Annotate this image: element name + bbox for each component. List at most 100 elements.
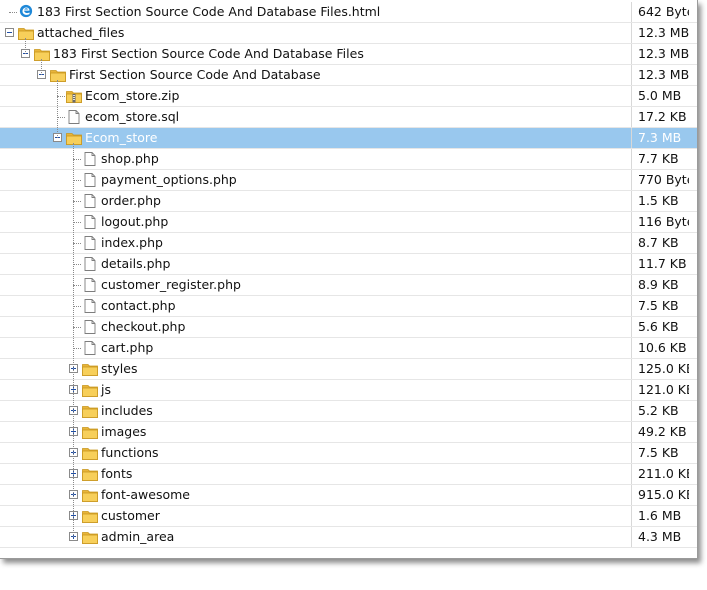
tree-row[interactable]: attached_files 12.3 MB [0, 23, 697, 44]
size-value: 10.6 KB [638, 340, 687, 355]
size-cell: 11.7 KB [631, 254, 689, 274]
tree-item-label: checkout.php [101, 319, 186, 334]
size-value: 11.7 KB [638, 256, 687, 271]
size-value: 4.3 MB [638, 529, 682, 544]
tree-item-label: First Section Source Code And Database [69, 67, 321, 82]
tree-row[interactable]: details.php 11.7 KB [0, 254, 697, 275]
tree-row[interactable]: fonts 211.0 KB [0, 464, 697, 485]
tree-row[interactable]: 183 First Section Source Code And Databa… [0, 44, 697, 65]
folder-icon [82, 362, 98, 376]
tree-row[interactable]: customer 1.6 MB [0, 506, 697, 527]
size-cell: 642 Byte [631, 2, 689, 22]
size-value: 5.2 KB [638, 403, 679, 418]
folder-icon [82, 383, 98, 397]
size-value: 8.7 KB [638, 235, 679, 250]
tree-item-label: styles [101, 361, 138, 376]
size-value: 211.0 KB [638, 466, 689, 481]
file-icon [82, 152, 98, 166]
tree-row[interactable]: admin_area 4.3 MB [0, 527, 697, 548]
file-tree: 183 First Section Source Code And Databa… [0, 2, 697, 548]
tree-row[interactable]: customer_register.php 8.9 KB [0, 275, 697, 296]
tree-connector [73, 306, 81, 307]
tree-guide-line [25, 38, 26, 54]
tree-item-label: cart.php [101, 340, 154, 355]
tree-connector [73, 348, 81, 349]
tree-row[interactable]: functions 7.5 KB [0, 443, 697, 464]
size-value: 8.9 KB [638, 277, 679, 292]
size-value: 642 Byte [638, 4, 689, 19]
tree-row[interactable]: logout.php 116 Byte [0, 212, 697, 233]
size-value: 7.5 KB [638, 298, 679, 313]
size-cell: 8.7 KB [631, 233, 689, 253]
tree-row[interactable]: Ecom_store 7.3 MB [0, 128, 697, 149]
folder-icon [82, 509, 98, 523]
tree-connector [73, 243, 81, 244]
file-icon [82, 173, 98, 187]
file-icon [66, 110, 82, 124]
size-cell: 5.2 KB [631, 401, 689, 421]
tree-row[interactable]: js 121.0 KB [0, 380, 697, 401]
tree-row[interactable]: contact.php 7.5 KB [0, 296, 697, 317]
tree-guide-line [57, 80, 58, 138]
size-cell: 211.0 KB [631, 464, 689, 484]
tree-row[interactable]: styles 125.0 KB [0, 359, 697, 380]
tree-connector [9, 12, 17, 13]
tree-item-label: contact.php [101, 298, 176, 313]
tree-item-label: order.php [101, 193, 161, 208]
tree-item-label: font-awesome [101, 487, 190, 502]
size-cell: 7.5 KB [631, 296, 689, 316]
tree-row[interactable]: First Section Source Code And Database 12… [0, 65, 697, 86]
tree-item-label: images [101, 424, 147, 439]
size-cell: 12.3 MB [631, 23, 689, 43]
tree-item-label: includes [101, 403, 153, 418]
folder-icon [66, 131, 82, 145]
tree-connector [57, 117, 65, 118]
tree-item-name: fonts [101, 464, 132, 484]
size-cell: 12.3 MB [631, 44, 689, 64]
folder-icon [82, 425, 98, 439]
tree-row[interactable]: order.php 1.5 KB [0, 191, 697, 212]
tree-item-label: index.php [101, 235, 163, 250]
tree-row[interactable]: checkout.php 5.6 KB [0, 317, 697, 338]
size-value: 7.5 KB [638, 445, 679, 460]
size-value: 17.2 KB [638, 109, 687, 124]
size-cell: 49.2 KB [631, 422, 689, 442]
tree-item-name: includes [101, 401, 153, 421]
size-value: 49.2 KB [638, 424, 687, 439]
tree-row[interactable]: images 49.2 KB [0, 422, 697, 443]
tree-item-label: Ecom_store [85, 130, 158, 145]
tree-item-name: functions [101, 443, 159, 463]
tree-row[interactable]: ecom_store.sql 17.2 KB [0, 107, 697, 128]
tree-item-name: First Section Source Code And Database [69, 65, 321, 85]
folder-icon [82, 530, 98, 544]
tree-item-name: details.php [101, 254, 170, 274]
folder-icon [50, 68, 66, 82]
collapse-toggle[interactable] [5, 28, 14, 37]
tree-row[interactable]: Ecom_store.zip 5.0 MB [0, 86, 697, 107]
size-value: 5.6 KB [638, 319, 679, 334]
folder-icon [82, 488, 98, 502]
tree-connector [73, 222, 81, 223]
tree-item-label: js [101, 382, 111, 397]
tree-item-label: customer_register.php [101, 277, 241, 292]
tree-item-label: details.php [101, 256, 171, 271]
tree-item-name: ecom_store.sql [85, 107, 179, 127]
tree-row[interactable]: font-awesome 915.0 KB [0, 485, 697, 506]
tree-connector [73, 159, 81, 160]
tree-row[interactable]: 183 First Section Source Code And Databa… [0, 2, 697, 23]
tree-row[interactable]: index.php 8.7 KB [0, 233, 697, 254]
tree-item-name: logout.php [101, 212, 168, 232]
zip-icon [66, 89, 82, 103]
folder-icon [82, 467, 98, 481]
tree-row[interactable]: payment_options.php 770 Byte [0, 170, 697, 191]
size-value: 7.3 MB [638, 130, 682, 145]
size-cell: 7.3 MB [631, 128, 689, 148]
size-value: 5.0 MB [638, 88, 682, 103]
tree-row[interactable]: cart.php 10.6 KB [0, 338, 697, 359]
tree-item-name: checkout.php [101, 317, 185, 337]
tree-item-name: index.php [101, 233, 163, 253]
tree-connector [57, 96, 65, 97]
tree-row[interactable]: includes 5.2 KB [0, 401, 697, 422]
tree-row[interactable]: shop.php 7.7 KB [0, 149, 697, 170]
file-icon [82, 299, 98, 313]
